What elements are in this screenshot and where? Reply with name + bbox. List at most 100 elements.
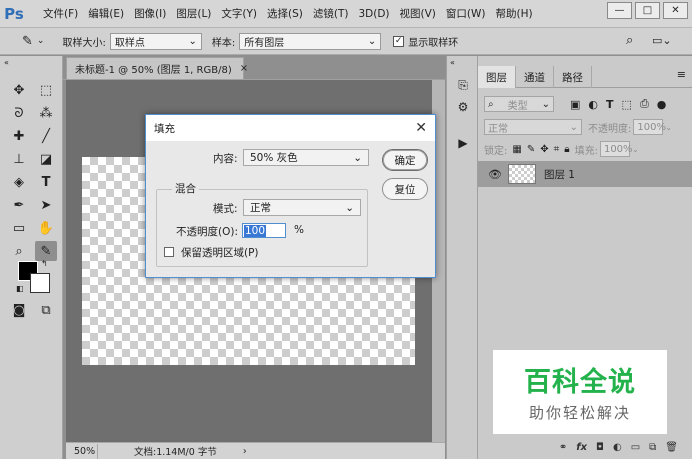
status-menu-arrow-icon[interactable]: › (243, 446, 247, 457)
add-mask-icon[interactable]: ◘ (596, 442, 604, 453)
pen-tool-icon[interactable]: ✒ (8, 195, 30, 215)
chevron-down-icon: ⌄ (367, 35, 377, 47)
marquee-tool-icon[interactable]: ⬚ (35, 80, 57, 100)
menu-edit[interactable]: 编辑(E) (83, 6, 129, 21)
close-button[interactable]: ✕ (663, 2, 688, 19)
tab-paths[interactable]: 路径 (554, 66, 592, 88)
show-sampling-ring-checkbox[interactable]: ✓ (393, 35, 405, 47)
adjustment-filter-icon[interactable]: ◐ (588, 98, 598, 111)
lock-all-icon[interactable]: 🔒︎ (564, 144, 569, 155)
type-tool-icon[interactable]: T (35, 172, 57, 192)
tab-channels[interactable]: 通道 (516, 66, 554, 88)
adjustment-layer-icon[interactable]: ◐ (613, 442, 622, 453)
tool-preset-chevron-icon[interactable]: ⌄ (37, 36, 45, 46)
menu-filter[interactable]: 滤镜(T) (308, 6, 354, 21)
contents-select[interactable]: 50% 灰色 ⌄ (243, 149, 369, 166)
workspace-switcher-icon[interactable]: ▭⌄ (652, 34, 672, 47)
blend-mode-select[interactable]: 正常 ⌄ (484, 119, 582, 135)
fill-chevron-icon[interactable]: ⌄ (632, 145, 639, 154)
mode-select[interactable]: 正常 ⌄ (243, 199, 361, 216)
opacity-input-value: 100 (244, 224, 267, 237)
background-color-swatch[interactable] (30, 273, 50, 293)
rectangle-tool-icon[interactable]: ▭ (8, 218, 30, 238)
move-tool-icon[interactable]: ✥ (8, 80, 30, 100)
menu-3d[interactable]: 3D(D) (353, 8, 394, 20)
opacity-input[interactable]: 100 (242, 223, 286, 238)
lock-transparency-icon[interactable]: ▦ (512, 144, 521, 155)
shape-filter-icon[interactable]: ⬚ (622, 98, 632, 111)
search-icon[interactable]: ⌕ (626, 33, 633, 48)
reset-button[interactable]: 复位 (382, 178, 428, 200)
opacity-chevron-icon[interactable]: ⌄ (665, 123, 672, 132)
menu-window[interactable]: 窗口(W) (441, 6, 491, 21)
menu-layer[interactable]: 图层(L) (171, 6, 216, 21)
properties-panel-icon[interactable]: ⚙ (454, 98, 472, 116)
tab-layers[interactable]: 图层 (478, 66, 516, 88)
minimize-button[interactable]: — (607, 2, 632, 19)
lock-image-icon[interactable]: ✎ (527, 144, 535, 155)
hand-tool-icon[interactable]: ✋ (35, 218, 57, 238)
dialog-titlebar[interactable]: 填充 ✕ (146, 115, 435, 141)
zoom-tool-icon[interactable]: ⌕ (8, 241, 30, 261)
sample-size-value: 取样点 (114, 37, 145, 49)
menu-image[interactable]: 图像(I) (129, 6, 171, 21)
healing-brush-tool-icon[interactable]: ✚ (8, 126, 30, 146)
contents-label: 内容: (213, 153, 238, 165)
dialog-title: 填充 (154, 122, 175, 135)
watermark-title: 百科全说 (524, 367, 636, 398)
default-colors-icon[interactable]: ◧ (16, 284, 24, 293)
maximize-button[interactable]: □ (635, 2, 660, 19)
zoom-level[interactable]: 50% (66, 443, 98, 459)
eye-visibility-icon[interactable]: 👁︎ (488, 168, 502, 181)
preserve-transparency-checkbox[interactable] (164, 247, 174, 257)
collapsed-panel-strip: « ⎘ ⚙ ▶ (446, 56, 478, 459)
layer-name[interactable]: 图层 1 (544, 167, 575, 182)
opacity-value[interactable]: 100% (633, 119, 666, 135)
menu-type[interactable]: 文字(Y) (216, 6, 262, 21)
brush-tool-icon[interactable]: ╱ (35, 126, 57, 146)
magic-wand-tool-icon[interactable]: ⁂ (35, 103, 57, 123)
layer-kind-filter[interactable]: ⌕ 类型 ⌄ (484, 96, 554, 112)
ok-button[interactable]: 确定 (382, 149, 428, 171)
expand-arrows-icon[interactable]: « (450, 58, 455, 67)
lock-position-icon[interactable]: ✥ (540, 144, 548, 155)
link-layers-icon[interactable]: ⚭ (559, 442, 567, 453)
filter-toggle-icon[interactable]: ● (657, 98, 667, 111)
menu-help[interactable]: 帮助(H) (491, 6, 538, 21)
actions-play-icon[interactable]: ▶ (454, 134, 472, 152)
document-tab[interactable]: 未标题-1 @ 50% (图层 1, RGB/8) × (66, 57, 248, 79)
chevron-down-icon: ⌄ (345, 201, 354, 214)
history-panel-icon[interactable]: ⎘ (454, 76, 472, 94)
collapse-arrows-icon[interactable]: « (4, 58, 9, 67)
screen-mode-icon[interactable]: ⧉ (35, 300, 57, 320)
quick-mask-icon[interactable]: ◙ (8, 300, 30, 320)
paint-bucket-tool-icon[interactable]: ◈ (8, 172, 30, 192)
path-selection-tool-icon[interactable]: ➤ (35, 195, 57, 215)
layer-row[interactable]: 👁︎ 图层 1 (478, 161, 692, 187)
delete-layer-icon[interactable]: 🗑︎ (665, 442, 678, 453)
new-layer-icon[interactable]: ⧉ (649, 442, 656, 453)
layer-style-fx-icon[interactable]: fx (576, 442, 587, 453)
close-icon[interactable]: ✕ (415, 120, 427, 136)
menu-view[interactable]: 视图(V) (395, 6, 441, 21)
eyedropper-icon[interactable]: ✎ (22, 34, 33, 49)
fill-value[interactable]: 100% (599, 141, 633, 157)
sample-size-select[interactable]: 取样点 ⌄ (109, 32, 202, 50)
clone-stamp-tool-icon[interactable]: ⊥ (8, 149, 30, 169)
new-group-icon[interactable]: ▭ (631, 442, 640, 453)
panel-menu-icon[interactable]: ≡ (677, 68, 686, 81)
pixel-filter-icon[interactable]: ▣ (570, 98, 580, 111)
menu-file[interactable]: 文件(F) (38, 6, 83, 21)
close-tab-icon[interactable]: × (240, 63, 248, 74)
eraser-tool-icon[interactable]: ◪ (35, 149, 57, 169)
eyedropper-tool-icon[interactable]: ✎ (35, 241, 57, 261)
smart-object-filter-icon[interactable]: ⎙ (640, 97, 649, 111)
type-filter-icon[interactable]: T (606, 98, 614, 111)
preserve-transparency-label[interactable]: 保留透明区域(P) (181, 245, 259, 260)
sample-select[interactable]: 所有图层 ⌄ (239, 32, 382, 50)
menu-select[interactable]: 选择(S) (262, 6, 308, 21)
blend-row: 正常 ⌄ 不透明度: 100% ⌄ (478, 116, 692, 138)
lasso-tool-icon[interactable]: ᘐ (8, 103, 30, 123)
swap-colors-icon[interactable]: ↰ (41, 259, 48, 268)
lock-artboard-icon[interactable]: ⌗ (554, 144, 560, 155)
